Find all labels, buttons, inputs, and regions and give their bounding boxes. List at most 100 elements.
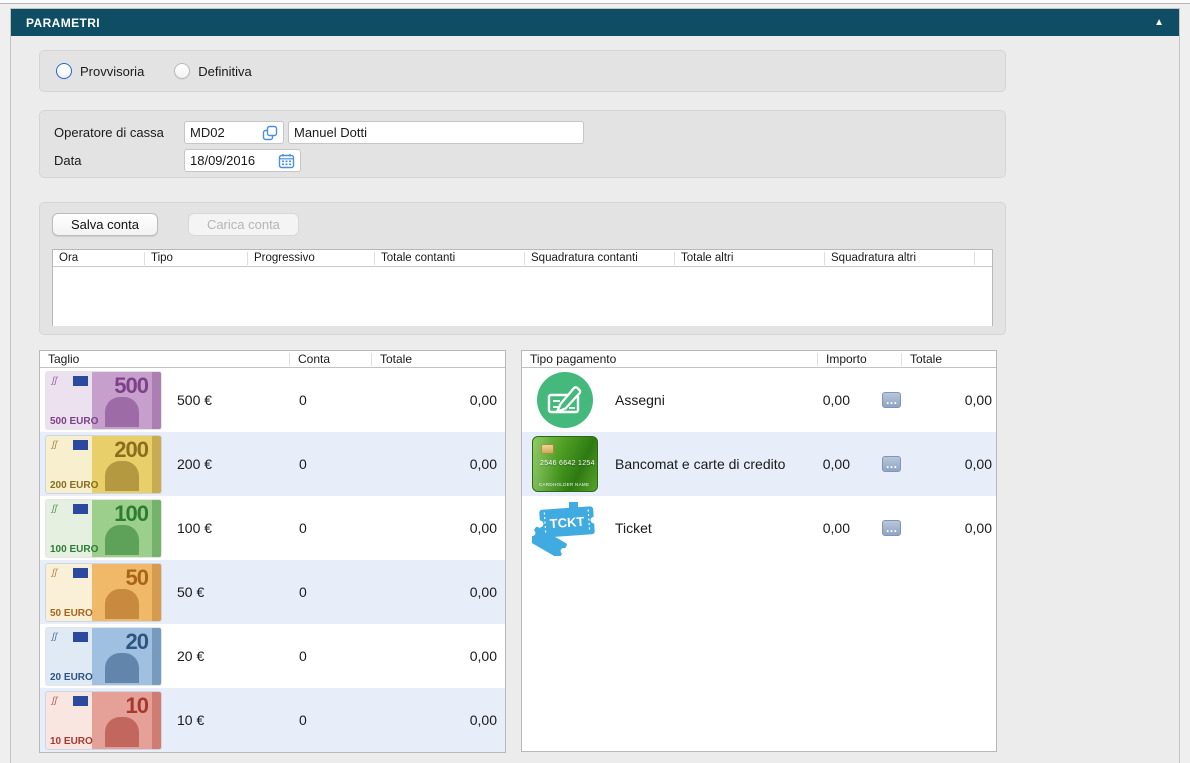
importo-cell[interactable]: 0,00 (817, 456, 850, 472)
taglio-table-header: Taglio Conta Totale (40, 351, 505, 368)
banknote-denomination: 100 (114, 500, 149, 526)
taglio-row-500: ʃʃ 500 500 EURO 500 € 0 0,00 (40, 368, 505, 432)
importo-detail-button[interactable]: … (882, 456, 901, 472)
totale-cell: 0,00 (964, 520, 992, 536)
conta-cell[interactable]: 0 (290, 520, 372, 536)
banknote-gate-motif (105, 588, 139, 619)
salva-conta-button[interactable]: Salva conta (52, 213, 158, 236)
eu-flag-icon (73, 631, 88, 642)
banknote-denomination: 200 (114, 436, 149, 462)
eu-flag-icon (73, 567, 88, 578)
totale-cell: 0,00 (469, 392, 497, 408)
banknote-denomination: 50 (125, 564, 150, 590)
banknote-denomination: 500 (114, 372, 149, 398)
taglio-row-100: ʃʃ 100 100 EURO 100 € 0 0,00 (40, 496, 505, 560)
date-row: Data 18/09/2016 (54, 149, 991, 172)
eu-flag-icon (73, 695, 88, 706)
col-tipo: Tipo (145, 251, 248, 265)
col-progressivo: Progressivo (248, 251, 375, 265)
banknote-gate-motif (105, 460, 139, 491)
operator-name-input[interactable]: Manuel Dotti (288, 121, 584, 144)
payment-label: Ticket (615, 520, 652, 536)
taglio-row-10: ʃʃ 10 10 EURO 10 € 0 0,00 (40, 688, 505, 752)
taglio-table: Taglio Conta Totale ʃʃ 500 500 EURO 500 … (39, 350, 506, 753)
history-table-header: Ora Tipo Progressivo Totale contanti Squ… (53, 250, 992, 267)
eu-flag-icon (73, 375, 88, 386)
ticket-icon: TCKT (532, 502, 598, 556)
history-table: Ora Tipo Progressivo Totale contanti Squ… (52, 249, 993, 326)
banknote-signature: ʃʃ (52, 694, 58, 705)
totale-cell: 0,00 (469, 456, 497, 472)
banknote-signature: ʃʃ (52, 502, 58, 513)
radio-provvisoria[interactable]: Provvisoria (56, 63, 144, 79)
card-holder: CARDHOLDER NAME (539, 482, 590, 487)
denomination-label: 50 € (177, 584, 205, 600)
banknote-signature: ʃʃ (52, 566, 58, 577)
col-importo: Importo (818, 352, 902, 366)
banknote-20-image: ʃʃ 20 20 EURO (46, 627, 161, 685)
eu-flag-icon (73, 439, 88, 450)
col-squadratura-contanti: Squadratura contanti (525, 251, 675, 265)
banknote-100-image: ʃʃ 100 100 EURO (46, 499, 161, 557)
operator-label: Operatore di cassa (54, 125, 164, 140)
banknote-10-image: ʃʃ 10 10 EURO (46, 691, 161, 749)
date-input[interactable]: 18/09/2016 (184, 149, 301, 172)
panel-body: Provvisoria Definitiva Operatore di cass… (11, 36, 1179, 753)
banknote-caption: 500 EURO (50, 415, 99, 427)
conta-cell[interactable]: 0 (290, 456, 372, 472)
cheque-icon (537, 372, 593, 428)
mode-radio-group: Provvisoria Definitiva (39, 50, 1006, 92)
operator-form: Operatore di cassa MD02 Manuel Dotti Dat… (39, 110, 1006, 178)
importo-cell[interactable]: 0,00 (817, 520, 850, 536)
banknote-strip (152, 371, 161, 429)
importo-detail-button[interactable]: … (882, 520, 901, 536)
conta-cell[interactable]: 0 (290, 584, 372, 600)
panel-header[interactable]: PARAMETRI ▲ (11, 9, 1179, 36)
banknote-caption: 50 EURO (50, 607, 93, 619)
payment-row-bancomat: 2546 6642 1254 3600 CARDHOLDER NAME Banc… (522, 432, 996, 496)
banknote-gate-motif (105, 524, 139, 555)
link-picker-icon[interactable] (262, 125, 278, 141)
payment-label: Assegni (615, 392, 665, 408)
parametri-panel: PARAMETRI ▲ Provvisoria Definitiva Opera… (10, 8, 1180, 763)
col-filler (975, 252, 992, 265)
banknote-caption: 20 EURO (50, 671, 93, 683)
calendar-icon[interactable] (278, 153, 295, 169)
banknote-denomination: 10 (125, 692, 150, 718)
svg-text:TCKT: TCKT (549, 514, 585, 531)
date-label: Data (54, 153, 82, 168)
col-totale: Totale (910, 351, 943, 366)
payments-table-header: Tipo pagamento Importo Totale (522, 351, 996, 368)
banknote-caption: 10 EURO (50, 735, 93, 747)
carica-conta-button[interactable]: Carica conta (187, 213, 299, 236)
payments-table-empty-area (522, 560, 996, 751)
banknote-signature: ʃʃ (52, 374, 58, 385)
radio-definitiva[interactable]: Definitiva (174, 63, 252, 79)
banknote-denomination: 20 (125, 628, 150, 654)
collapse-icon[interactable]: ▲ (1154, 17, 1164, 28)
banknote-strip (152, 691, 161, 749)
col-conta: Conta (290, 352, 372, 366)
banknote-50-image: ʃʃ 50 50 EURO (46, 563, 161, 621)
eu-flag-icon (73, 503, 88, 514)
radio-selected-icon[interactable] (56, 63, 72, 79)
col-ora: Ora (53, 251, 145, 265)
radio-provvisoria-label: Provvisoria (80, 63, 145, 79)
operator-name-value: Manuel Dotti (294, 125, 367, 140)
banknote-200-image: ʃʃ 200 200 EURO (46, 435, 161, 493)
conta-cell[interactable]: 0 (290, 712, 372, 728)
importo-detail-button[interactable]: … (882, 392, 901, 408)
conta-cell[interactable]: 0 (290, 392, 372, 408)
operator-code-value: MD02 (190, 125, 225, 140)
payment-label: Bancomat e carte di credito (615, 456, 786, 472)
conta-cell[interactable]: 0 (290, 648, 372, 664)
totale-cell: 0,00 (964, 392, 992, 408)
operator-code-input[interactable]: MD02 (184, 121, 284, 144)
totale-cell: 0,00 (469, 648, 497, 664)
conta-buttons: Salva conta Carica conta (52, 213, 993, 236)
banknote-caption: 100 EURO (50, 543, 99, 555)
importo-cell[interactable]: 0,00 (817, 392, 850, 408)
banknote-strip (152, 499, 161, 557)
denomination-label: 10 € (177, 712, 205, 728)
radio-unselected-icon[interactable] (174, 63, 191, 79)
